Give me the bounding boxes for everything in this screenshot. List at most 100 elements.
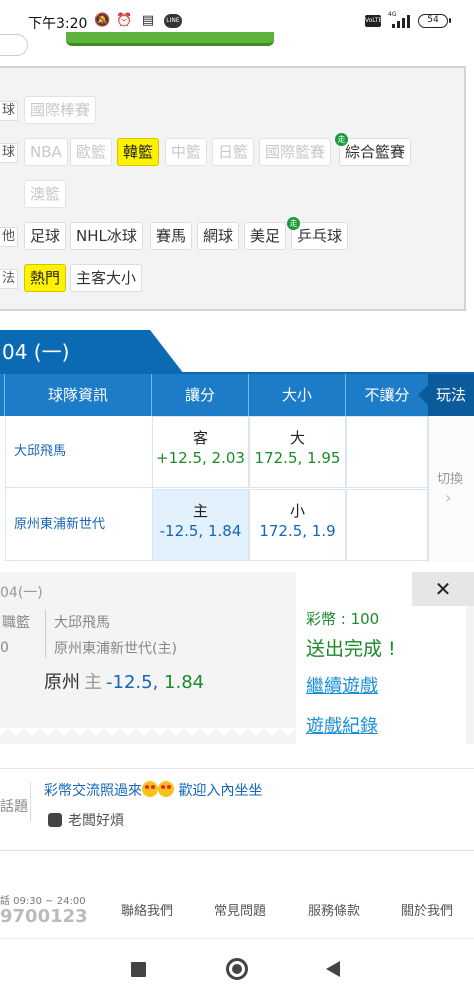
odds-handicap-away[interactable]: 客 +12.5, 2.03	[152, 416, 249, 488]
category-row-label: 球	[0, 143, 18, 163]
receipt-divider	[45, 610, 46, 658]
chip-korea-basketball[interactable]: 韓籃	[117, 138, 160, 166]
odds-table-header: 球隊資訊 讓分 大小 不讓分 玩法	[0, 374, 474, 416]
header-moneyline: 不讓分	[364, 386, 410, 404]
chip-american-football[interactable]: 美足	[244, 222, 287, 250]
odds-over[interactable]: 大 172.5, 1.95	[249, 416, 346, 488]
chip-label: 綜合籃賽	[345, 143, 406, 161]
author-name: 老闆好煩	[68, 813, 124, 829]
service-hours: 話 09:30 ~ 24:00	[0, 896, 86, 907]
back-pill[interactable]	[0, 34, 28, 56]
bet-receipt: 04(一) 職籃 0 大邱飛馬 原州東浦新世代(主) 原州主 -12.5, 1.8…	[0, 572, 474, 754]
chip-aus-basketball[interactable]: 澳籃	[24, 180, 67, 208]
chip-table-tennis[interactable]: 走 乒乓球	[287, 217, 349, 250]
pick-side: 主	[84, 672, 102, 693]
chip-label: 乒乓球	[297, 227, 343, 245]
topic-divider	[30, 782, 31, 822]
category-row-label: 法	[0, 269, 18, 289]
team-home[interactable]: 原州東浦新世代	[5, 489, 152, 561]
header-over-under: 大小	[249, 374, 346, 416]
star-eyes-emoji-icon	[142, 781, 158, 797]
terms-link[interactable]: 服務條款	[308, 900, 360, 919]
topic-label: 話題	[0, 799, 28, 815]
topic-title-text-2: 歡迎入內坐坐	[174, 783, 263, 799]
receipt-pick: 原州主 -12.5, 1.84	[44, 668, 204, 694]
chip-home-away-ou[interactable]: 主客大小	[70, 264, 143, 292]
chip-euro-basketball[interactable]: 歐籃	[70, 138, 113, 166]
live-badge-icon: 走	[287, 217, 300, 230]
pick-price: 1.84	[164, 672, 205, 693]
chip-intl-baseball[interactable]: 國際棒賽	[24, 96, 97, 124]
chevron-right-icon: ›	[445, 488, 452, 507]
chip-tennis[interactable]: 網球	[197, 222, 240, 250]
header-handicap: 讓分	[152, 374, 249, 416]
switch-play-button[interactable]: 切換 ›	[428, 416, 474, 562]
receipt-date: 04(一)	[0, 585, 43, 601]
service-phone[interactable]: 9700123	[0, 906, 88, 927]
coin-balance: 彩幣 : 100	[306, 610, 380, 628]
chip-hot[interactable]: 熱門	[24, 264, 67, 292]
odds-value: 172.5, 1.9	[259, 522, 336, 540]
odds-side: 大	[289, 429, 305, 447]
chip-nhl[interactable]: NHL冰球	[70, 222, 143, 250]
avatar	[48, 813, 62, 827]
recent-apps-icon[interactable]	[131, 962, 146, 977]
chip-soccer[interactable]: 足球	[24, 222, 67, 250]
top-banner-strip	[0, 32, 474, 66]
continue-game-link[interactable]: 繼續遊戲	[306, 672, 378, 698]
chip-japan-basketball[interactable]: 日籃	[212, 138, 255, 166]
battery-icon: 54	[418, 14, 451, 28]
odds-side: 主	[192, 502, 208, 520]
pick-line: -12.5,	[106, 672, 159, 693]
date-tab[interactable]: 04 (一)	[0, 330, 184, 374]
topic-author[interactable]: 老闆好煩	[48, 810, 124, 830]
odds-value: +12.5, 2.03	[156, 449, 245, 467]
chip-horse-racing[interactable]: 賽馬	[150, 222, 193, 250]
category-row-play: 法 熱門 主客大小	[0, 264, 466, 294]
topic-title-text: 彩幣交流照過來	[44, 783, 142, 799]
category-row-baseball: 球 國際棒賽	[0, 96, 466, 126]
faq-link[interactable]: 常見問題	[214, 900, 266, 919]
odds-side: 小	[289, 502, 305, 520]
ticket-zigzag-edge	[0, 712, 296, 744]
chip-intl-basketball[interactable]: 國際籃賽	[259, 138, 332, 166]
status-time: 下午3:20	[28, 16, 88, 32]
header-team-info: 球隊資訊	[5, 374, 152, 416]
submit-status: 送出完成 !	[306, 638, 396, 660]
odds-under[interactable]: 小 172.5, 1.9	[249, 489, 346, 561]
odds-moneyline-home[interactable]	[346, 489, 428, 561]
close-icon[interactable]: ✕	[412, 572, 474, 606]
home-icon[interactable]	[226, 958, 248, 980]
receipt-league: 職籃	[2, 615, 30, 631]
odds-moneyline-away[interactable]	[346, 416, 428, 488]
line-app-icon: LINE	[164, 14, 182, 28]
receipt-league-extra: 0	[0, 640, 9, 656]
system-nav-bar	[0, 938, 474, 1000]
header-play-type[interactable]: 玩法	[418, 374, 474, 416]
odds-handicap-home[interactable]: 主 -12.5, 1.84	[152, 489, 249, 561]
odds-value: -12.5, 1.84	[159, 522, 242, 540]
star-eyes-emoji-icon	[158, 781, 174, 797]
volte-icon: VoLTE	[365, 15, 382, 27]
chip-mixed-basketball[interactable]: 走 綜合籃賽	[335, 133, 412, 166]
pick-team: 原州	[44, 672, 80, 693]
divider	[0, 768, 474, 769]
promo-banner[interactable]	[66, 32, 274, 46]
alarm-icon: ⏰	[116, 13, 133, 28]
chip-nba[interactable]: NBA	[24, 138, 68, 166]
about-us-link[interactable]: 關於我們	[401, 900, 453, 919]
category-row-label: 他	[0, 227, 18, 247]
category-row-label: 球	[0, 101, 18, 121]
category-panel: 球 國際棒賽 球 NBA 歐籃 韓籃 中籃 日籃 國際籃賽 走 綜合籃賽 澳籃 …	[0, 66, 466, 311]
category-row-basketball-2: 澳籃	[0, 180, 466, 210]
receipt-ticket: 04(一) 職籃 0 大邱飛馬 原州東浦新世代(主) 原州主 -12.5, 1.8…	[0, 572, 296, 744]
contact-us-link[interactable]: 聯絡我們	[121, 900, 173, 919]
team-away[interactable]: 大邱飛馬	[5, 416, 152, 488]
game-history-link[interactable]: 遊戲紀錄	[306, 712, 378, 738]
message-icon: ▤	[141, 13, 155, 28]
chip-china-basketball[interactable]: 中籃	[165, 138, 208, 166]
receipt-home-team: 原州東浦新世代(主)	[54, 641, 177, 657]
topic-title-link[interactable]: 彩幣交流照過來 歡迎入內坐坐	[44, 780, 262, 800]
category-row-other: 他 足球 NHL冰球 賽馬 網球 美足 走 乒乓球	[0, 217, 466, 252]
back-icon[interactable]	[326, 961, 340, 977]
